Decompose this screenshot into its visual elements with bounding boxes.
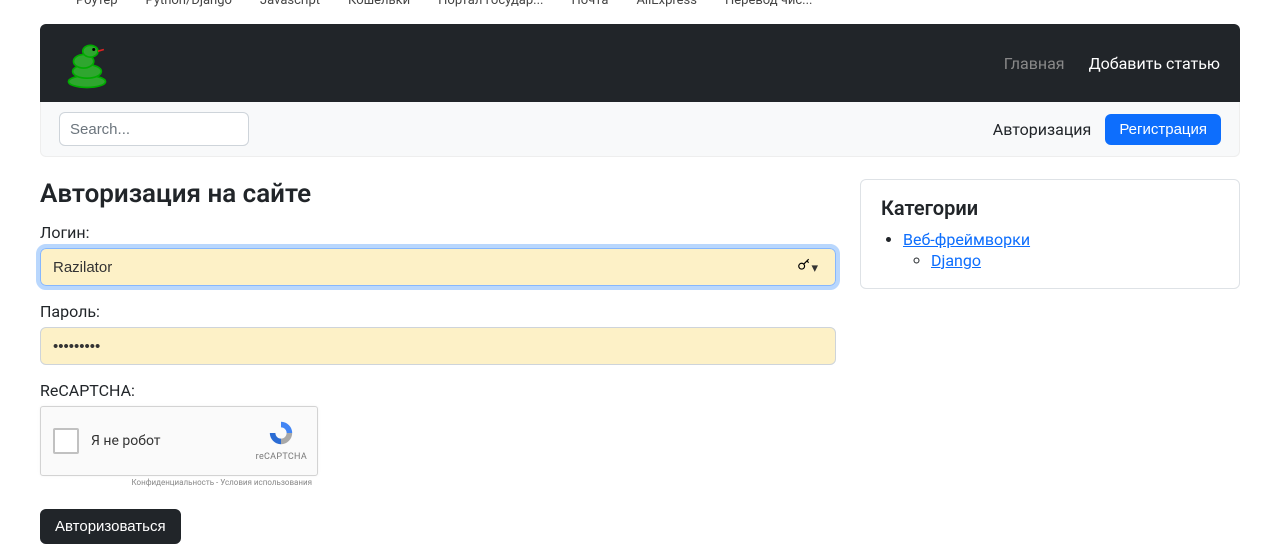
category-item: Веб-фреймворки Django [903,230,1219,270]
recaptcha-checkbox[interactable] [53,428,79,454]
auth-link[interactable]: Авторизация [993,120,1092,139]
recaptcha-icon [266,419,296,447]
browser-bookmarks-bar: Роутер Python/Django Javascript Кошельки… [0,0,1280,8]
recaptcha-terms: Конфиденциальность - Условия использован… [40,478,318,487]
captcha-label: ReCAPTCHA: [40,381,836,400]
page-title: Авторизация на сайте [40,179,836,209]
category-link-web-frameworks[interactable]: Веб-фреймворки [903,230,1030,249]
site-logo[interactable] [60,36,114,90]
categories-card: Категории Веб-фреймворки Django [860,179,1240,289]
submit-button[interactable]: Авторизоваться [40,509,181,544]
categories-title: Категории [881,196,1219,220]
snake-icon [60,36,114,90]
login-label: Логин: [40,223,836,242]
main-navbar: Главная Добавить статью [40,24,1240,102]
recaptcha-text: Я не робот [91,433,161,449]
category-item: Django [931,251,1219,270]
login-input[interactable] [40,248,836,286]
recaptcha-brand: reCAPTCHA [256,452,307,463]
password-label: Пароль: [40,302,836,321]
nav-link-add-article[interactable]: Добавить статью [1089,54,1220,73]
password-key-icon[interactable]: ▾ [797,258,818,276]
sub-navbar: Авторизация Регистрация [40,102,1240,157]
recaptcha-widget: Я не робот reCAPTCHA [40,406,318,476]
nav-link-home[interactable]: Главная [1004,54,1065,73]
category-link-django[interactable]: Django [931,251,981,270]
password-input[interactable] [40,327,836,365]
search-input[interactable] [59,112,249,146]
register-button[interactable]: Регистрация [1105,114,1221,145]
